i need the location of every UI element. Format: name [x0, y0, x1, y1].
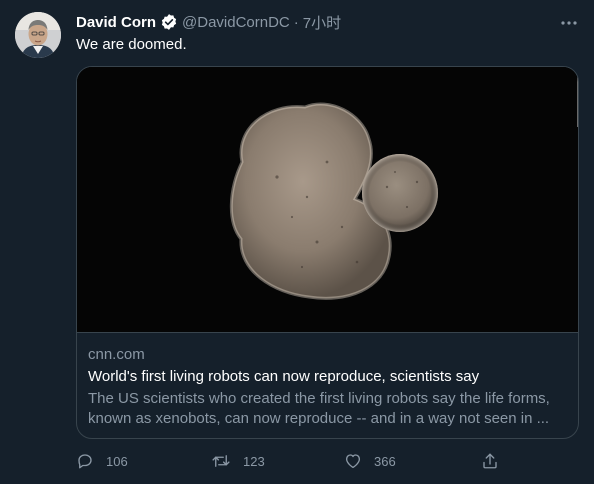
card-domain: cnn.com: [88, 346, 145, 363]
like-count: 366: [374, 453, 396, 469]
link-card[interactable]: cnn.com World's first living robots can …: [76, 66, 579, 439]
tweet-text: We are doomed.: [76, 36, 187, 53]
card-title: World's first living robots can now repr…: [88, 368, 480, 385]
retweet-count: 123: [243, 453, 265, 469]
share-icon: [483, 453, 497, 469]
retweet-button[interactable]: 123: [211, 452, 265, 470]
tweet[interactable]: David Corn @DavidCornDC · 7小时 We are doo…: [0, 0, 594, 484]
more-horizontal-icon[interactable]: [559, 13, 579, 33]
share-button[interactable]: [481, 452, 511, 470]
timestamp[interactable]: 7小时: [303, 12, 341, 33]
verified-badge-icon: [160, 13, 178, 31]
author-handle[interactable]: @DavidCornDC: [182, 14, 290, 31]
tweet-actions: 106 123 366: [76, 452, 576, 474]
tweet-header: David Corn @DavidCornDC · 7小时: [76, 12, 341, 32]
card-description: The US scientists who created the first …: [88, 390, 550, 427]
reply-button[interactable]: 106: [76, 452, 128, 470]
card-image: [77, 67, 578, 333]
retweet-icon: [212, 455, 230, 467]
avatar-image: [15, 12, 61, 58]
heart-icon: [345, 454, 361, 469]
like-button[interactable]: 366: [344, 452, 396, 470]
author-name[interactable]: David Corn: [76, 14, 156, 31]
reply-icon: [78, 454, 92, 469]
avatar[interactable]: [15, 12, 61, 58]
reply-count: 106: [106, 453, 128, 469]
separator: ·: [293, 13, 299, 31]
